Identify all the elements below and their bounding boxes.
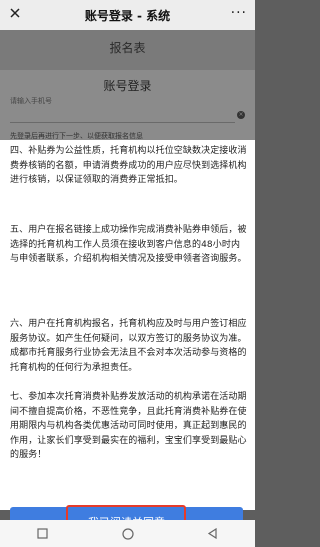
circle-icon[interactable] [121,527,135,541]
page-title: 账号登录 - 系统 [84,8,171,23]
close-icon[interactable] [10,6,20,22]
form-header: 报名表 [109,41,146,55]
login-title: 账号登录 [103,79,152,93]
terms-paragraph-6: 六、用户在托育机构报名，托育机构应及时与用户签订相应服务协议。如产生任何疑问，以… [10,319,247,373]
back-triangle-icon[interactable] [206,527,220,541]
more-menu-icon[interactable]: ··· [231,5,247,21]
clear-icon[interactable]: × [237,111,245,119]
title-bar: 账号登录 - 系统 ··· [0,0,255,30]
terms-paragraph-5: 五、用户在报名链接上成功操作完成消费补贴券申领后，被选择的托育机构工作人员须在接… [10,225,247,264]
terms-paragraph-4: 四、补贴券为公益性质，托育机构以托位空缺数决定接收消费券核销的名额，申请消费券成… [10,146,247,185]
square-icon[interactable] [36,527,50,541]
terms-modal: 四、补贴券为公益性质，托育机构以托位空缺数决定接收消费券核销的名额，申请消费券成… [0,140,255,510]
phone-field-label: 请输入手机号 [10,97,52,105]
phone-input[interactable] [10,108,235,123]
system-nav-bar [0,520,255,547]
terms-paragraph-7: 七、参加本次托育消费补贴券发放活动的机构承诺在活动期间不擅自提高价格，不恶性竞争… [10,392,247,460]
login-card: 账号登录 请输入手机号 × 先登录后再进行下一步、以便获取报名信息 [0,70,255,142]
